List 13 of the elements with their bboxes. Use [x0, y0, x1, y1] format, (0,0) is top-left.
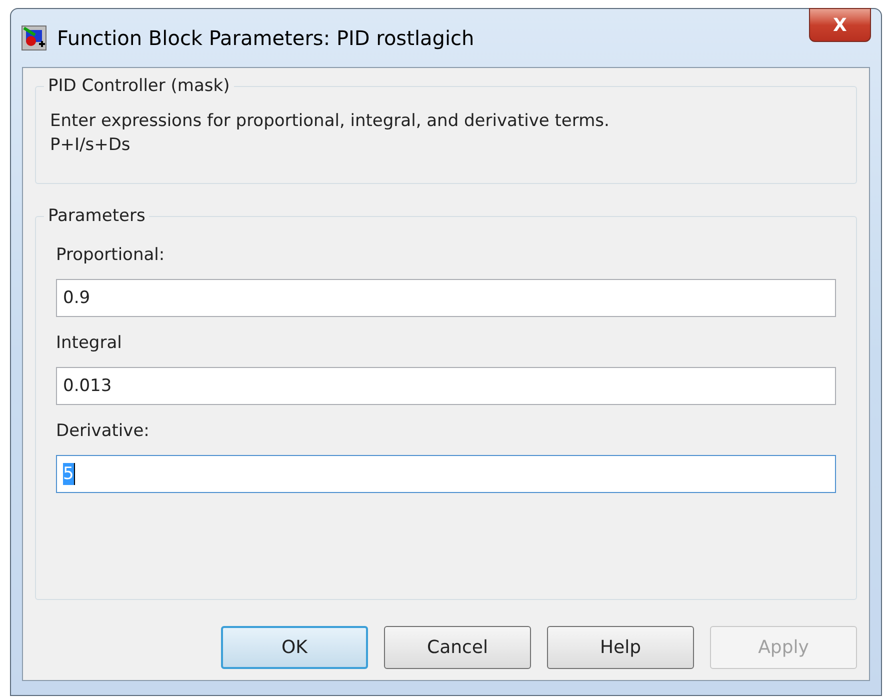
- field-label: Integral: [56, 332, 123, 355]
- close-button[interactable]: X: [809, 8, 871, 42]
- block-diagram-icon: [21, 25, 47, 51]
- formula-text: P+I/s+Ds: [50, 134, 132, 157]
- dialog-button[interactable]: Help: [547, 626, 694, 669]
- window-title: Function Block Parameters: PID rostlagich: [57, 25, 474, 52]
- field-label: Derivative:: [56, 420, 150, 443]
- description-text: Enter expressions for proportional, integral, and derivative terms.: [50, 110, 610, 133]
- input-field[interactable]: 0.013: [56, 367, 836, 405]
- dialog-button[interactable]: Cancel: [384, 626, 531, 669]
- field-label: Proportional:: [56, 244, 166, 267]
- input-field[interactable]: 0.9: [56, 279, 836, 317]
- dialog-button[interactable]: OK: [221, 626, 368, 669]
